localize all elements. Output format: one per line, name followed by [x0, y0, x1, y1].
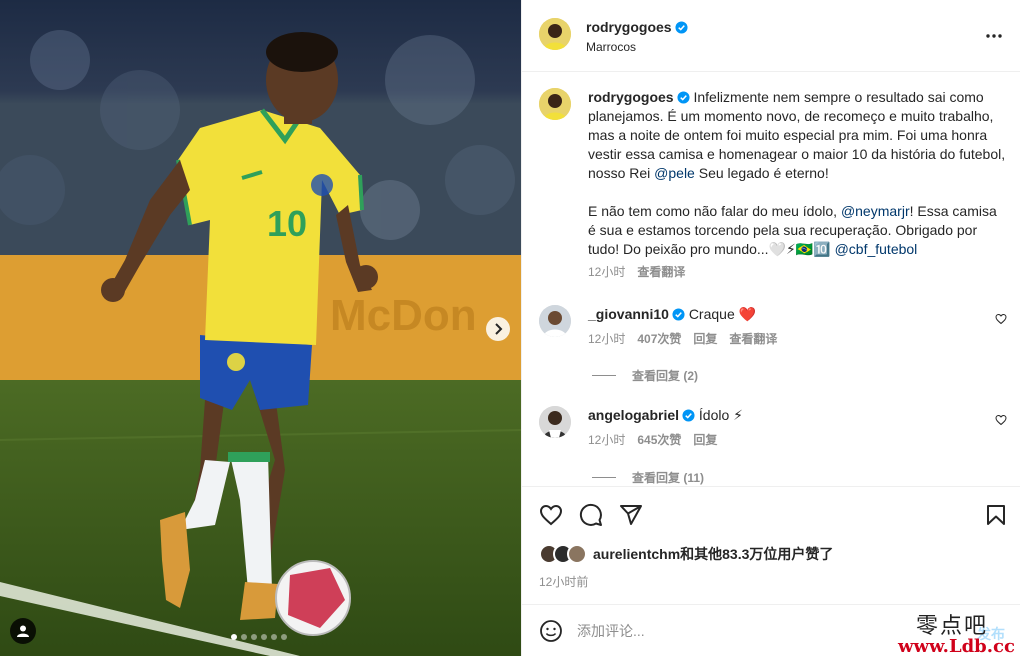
- divider: [592, 375, 616, 376]
- avatar-image: [539, 406, 571, 438]
- comment-text: Craque ❤️: [688, 306, 757, 322]
- comments-section[interactable]: rodrygogoes Infelizmente nem sempre o re…: [522, 72, 1020, 486]
- avatar[interactable]: [539, 18, 571, 50]
- verified-icon: [672, 308, 685, 321]
- tagged-users-button[interactable]: [10, 618, 36, 644]
- comment-likes[interactable]: 645次赞: [637, 433, 681, 447]
- divider: [592, 477, 616, 478]
- avatar[interactable]: [539, 305, 571, 337]
- likes-text[interactable]: aurelientchm和其他83.3万位用户赞了: [593, 544, 833, 564]
- user-tag-icon: [17, 625, 29, 637]
- reply-button[interactable]: 回复: [693, 332, 717, 346]
- post-author[interactable]: rodrygogoes: [586, 19, 688, 35]
- view-replies-label[interactable]: 查看回复 (2): [632, 367, 698, 384]
- post-actions: aurelientchm和其他83.3万位用户赞了 12小时前: [522, 486, 1020, 604]
- comment-meta: 12小时 407次赞 回复 查看翻译: [588, 330, 978, 349]
- view-replies-button[interactable]: 查看回复 (2): [592, 367, 698, 384]
- comment-text: Ídolo ⚡: [698, 407, 743, 423]
- caption-text: E não tem como não falar do meu ídolo,: [588, 203, 841, 219]
- carousel-dot: [261, 634, 267, 640]
- avatar[interactable]: [539, 406, 571, 438]
- carousel-indicator: [231, 634, 287, 640]
- heart-icon[interactable]: [539, 503, 563, 527]
- more-options-button[interactable]: [984, 26, 1004, 46]
- post-timestamp[interactable]: 12小时前: [539, 573, 588, 590]
- verified-icon: [675, 21, 688, 34]
- carousel-next-button[interactable]: [486, 317, 510, 341]
- share-icon[interactable]: [619, 503, 643, 527]
- comment-icon[interactable]: [579, 503, 603, 527]
- post-location[interactable]: Marrocos: [586, 40, 636, 54]
- avatar: [567, 544, 587, 564]
- bookmark-icon[interactable]: [984, 503, 1008, 527]
- mention-link[interactable]: @cbf_futebol: [835, 241, 918, 257]
- translate-link[interactable]: 查看翻译: [729, 332, 777, 346]
- avatar-image: [539, 305, 571, 337]
- likes-summary[interactable]: aurelientchm和其他83.3万位用户赞了: [539, 544, 833, 564]
- comment-time[interactable]: 12小时: [588, 433, 625, 447]
- post-media[interactable]: McDon 10: [0, 0, 521, 656]
- caption-time[interactable]: 12小时: [588, 265, 625, 279]
- post-details-panel: rodrygogoes Marrocos rodrygogoes Infeliz…: [521, 0, 1020, 656]
- verified-icon: [682, 409, 695, 422]
- emoji-icon[interactable]: [539, 619, 563, 643]
- chevron-right-icon: [495, 323, 503, 335]
- comment-composer: 发布: [522, 604, 1020, 656]
- view-replies-button[interactable]: 查看回复 (11): [592, 469, 704, 486]
- comment-author[interactable]: angelogabriel: [588, 407, 679, 423]
- svg-text:McDon: McDon: [330, 291, 477, 340]
- carousel-dot: [241, 634, 247, 640]
- mention-link[interactable]: @neymarjr: [841, 203, 910, 219]
- carousel-dot: [271, 634, 277, 640]
- carousel-dot: [281, 634, 287, 640]
- avatar-image: [539, 88, 571, 120]
- view-replies-label[interactable]: 查看回复 (11): [632, 469, 704, 486]
- post-header: rodrygogoes Marrocos: [522, 0, 1020, 72]
- translate-link[interactable]: 查看翻译: [637, 265, 685, 279]
- avatar-image: [539, 18, 571, 50]
- comment-time[interactable]: 12小时: [588, 332, 625, 346]
- football-photo: McDon 10: [0, 0, 521, 656]
- caption-author[interactable]: rodrygogoes: [588, 89, 674, 105]
- carousel-dot: [231, 634, 237, 640]
- caption-meta: 12小时 查看翻译: [588, 263, 1008, 282]
- carousel-dot: [251, 634, 257, 640]
- comment-meta: 12小时 645次赞 回复: [588, 431, 978, 450]
- caption-text: Seu legado é eterno!: [694, 165, 829, 181]
- verified-icon: [677, 91, 690, 104]
- like-comment-heart-icon[interactable]: [995, 313, 1007, 325]
- comment-likes[interactable]: 407次赞: [637, 332, 681, 346]
- like-comment-heart-icon[interactable]: [995, 414, 1007, 426]
- avatar[interactable]: [539, 88, 571, 120]
- mention-link[interactable]: @pele: [654, 165, 695, 181]
- username-text[interactable]: rodrygogoes: [586, 19, 672, 35]
- jersey-number: 10: [267, 203, 307, 244]
- more-options-icon: [986, 34, 1002, 38]
- reply-button[interactable]: 回复: [693, 433, 717, 447]
- post-comment-button[interactable]: 发布: [977, 624, 1005, 644]
- comment-author[interactable]: _giovanni10: [588, 306, 669, 322]
- comment-input[interactable]: [577, 619, 947, 643]
